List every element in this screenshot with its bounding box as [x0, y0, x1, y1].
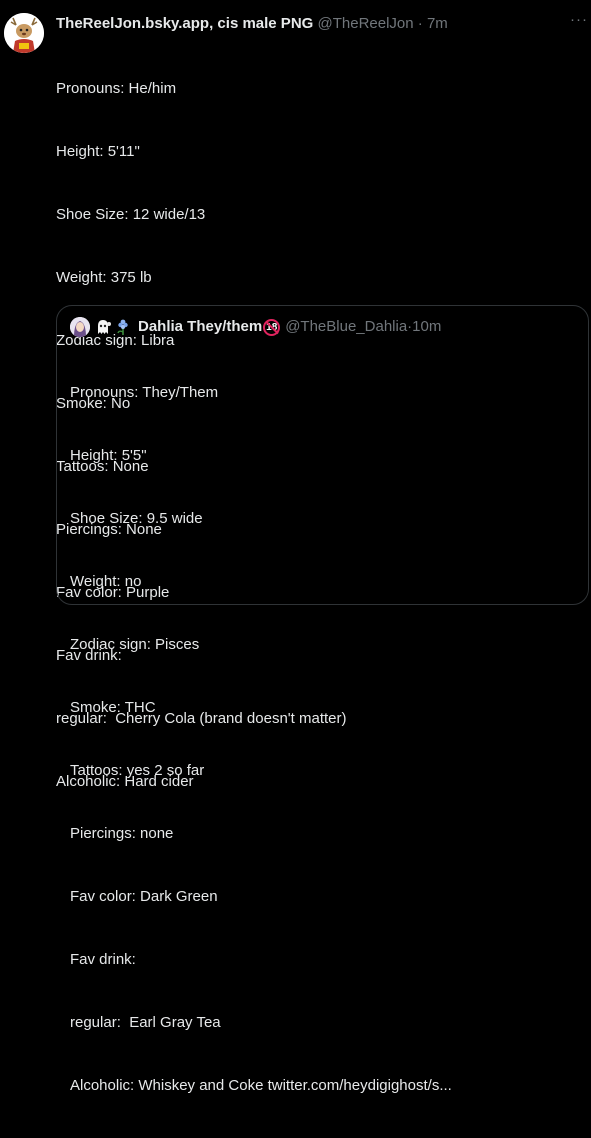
tweet[interactable]: TheReelJon.bsky.app, cis male PNG @TheRe… [0, 0, 591, 1094]
quoted-line: Tattoos: yes 2 so far [70, 762, 205, 779]
ghost-emoji-icon [94, 318, 112, 336]
user-handle[interactable]: @TheReelJon [318, 15, 418, 32]
timestamp[interactable]: 7m [427, 15, 448, 32]
tweet-line: Weight: 375 lb [56, 269, 152, 286]
quoted-tweet[interactable]: Dahlia They/them 18 @TheBlue_Dahlia · 10… [56, 305, 589, 1094]
tweet-header: TheReelJon.bsky.app, cis male PNG @TheRe… [56, 14, 571, 34]
display-name[interactable]: TheReelJon.bsky.app, cis male PNG [56, 15, 313, 32]
quoted-line: Shoe Size: 9.5 wide [70, 510, 203, 527]
age-18-badge-icon: 18 [263, 318, 281, 336]
quoted-tweet-header: Dahlia They/them 18 @TheBlue_Dahlia · 10… [70, 317, 441, 337]
quoted-line: Fav color: Dark Green [70, 888, 218, 905]
quoted-tweet-text: Pronouns: They/Them Height: 5'5" Shoe Si… [70, 340, 452, 1138]
quoted-line: Weight: no [70, 573, 142, 590]
quoted-timestamp[interactable]: 10m [412, 317, 441, 337]
quoted-line: Fav drink: [70, 951, 136, 968]
more-icon[interactable]: ··· [570, 12, 588, 32]
tweet-line: Pronouns: He/him [56, 80, 177, 97]
tweet-line: Shoe Size: 12 wide/13 [56, 206, 206, 223]
quoted-display-name[interactable]: Dahlia They/them [138, 317, 262, 337]
quoted-line: Zodiac sign: Pisces [70, 636, 200, 653]
quoted-avatar[interactable] [70, 317, 90, 337]
separator-dot: · [417, 15, 427, 32]
tweet-line: Height: 5'11" [56, 143, 140, 160]
quoted-line: Pronouns: They/Them [70, 384, 219, 401]
quoted-line: Smoke: THC [70, 699, 156, 716]
quoted-user-handle[interactable]: @TheBlue_Dahlia [285, 317, 407, 337]
quoted-line: Height: 5'5" [70, 447, 147, 464]
avatar[interactable] [4, 13, 44, 53]
quoted-line: Piercings: none [70, 825, 174, 842]
quoted-line: regular: Earl Gray Tea [70, 1014, 221, 1031]
quoted-line[interactable]: Alcoholic: Whiskey and Coke twitter.com/… [70, 1075, 452, 1096]
flower-emoji-icon [114, 318, 132, 336]
